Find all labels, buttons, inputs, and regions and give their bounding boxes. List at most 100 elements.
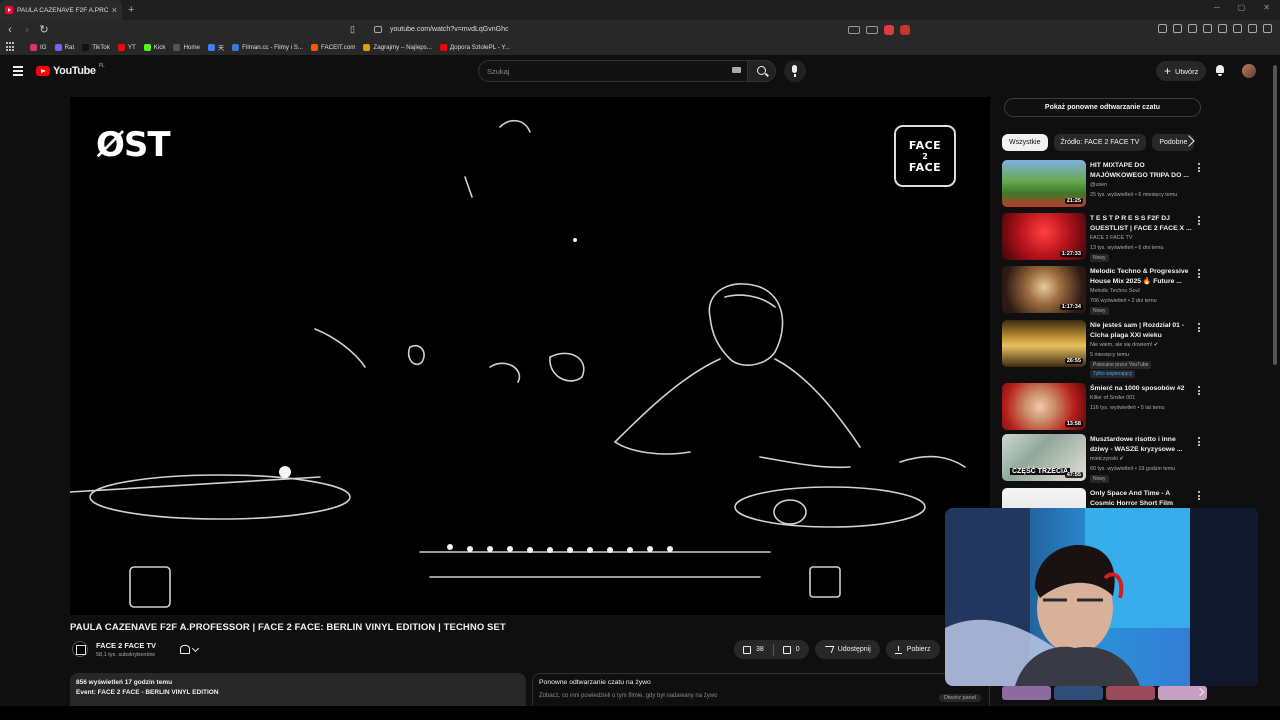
channel-name[interactable]: FACE 2 FACE TV xyxy=(96,641,156,650)
recommendation-channel[interactable]: Killer of Smiler 001 xyxy=(1090,394,1200,404)
voice-search-icon[interactable] xyxy=(784,60,806,82)
recommendation-channel[interactable]: mietczynski ✔ xyxy=(1090,455,1200,465)
recommendation-channel[interactable]: @usen xyxy=(1090,181,1200,191)
back-icon[interactable]: ‹ xyxy=(3,24,17,36)
channel-avatar[interactable] xyxy=(72,641,88,657)
bookmark-tiktok[interactable]: TikTok xyxy=(82,43,110,51)
maximize-icon[interactable]: ▢ xyxy=(1238,3,1246,12)
picture-in-picture-icon[interactable] xyxy=(848,25,860,34)
extension-icon[interactable] xyxy=(1203,24,1212,33)
url-text[interactable]: youtube.com/watch?v=mvdLqGvnGhc xyxy=(390,26,842,33)
recommendation-title[interactable]: Melodic Techno & Progressive House Mix 2… xyxy=(1090,267,1196,286)
bookmark-favicon-icon xyxy=(117,43,125,51)
open-panel-button[interactable]: Otwórz panel xyxy=(938,694,981,702)
bookmark-kick[interactable]: Kick xyxy=(143,43,165,51)
more-options-icon[interactable] xyxy=(1198,216,1201,227)
recommendation-channel[interactable]: FACE 2 FACE TV xyxy=(1090,234,1200,244)
recommendation-item[interactable]: 1:27:33 T E S T P R E S S F2F DJ GUESTLI… xyxy=(1002,213,1207,263)
page-scrollbar[interactable] xyxy=(1273,65,1277,365)
more-options-icon[interactable] xyxy=(1198,491,1201,502)
video-thumbnail[interactable] xyxy=(1054,686,1103,700)
video-actions: 38 0 Udostępnij Pobierz ✂ xyxy=(734,640,966,659)
wallet-icon[interactable] xyxy=(1248,24,1257,33)
media-icon[interactable] xyxy=(1218,24,1227,33)
forward-icon[interactable]: › xyxy=(20,24,34,36)
share-page-icon[interactable] xyxy=(866,25,878,34)
youtube-logo[interactable]: YouTube PL xyxy=(36,63,105,77)
search-button[interactable] xyxy=(748,60,776,82)
search-input[interactable]: Szukaj xyxy=(478,60,748,82)
bookmark-home[interactable]: Home xyxy=(173,43,200,51)
recommendation-title[interactable]: Śmierć na 1000 sposobów #2 xyxy=(1090,384,1196,394)
recommendation-item[interactable]: 26:55 Nie jesteś sam | Rozdział 01 - Cic… xyxy=(1002,320,1207,380)
more-options-icon[interactable] xyxy=(1198,163,1201,174)
download-button[interactable]: Pobierz xyxy=(885,640,940,659)
recommendation-item[interactable]: 1:17:34 Melodic Techno & Progressive Hou… xyxy=(1002,266,1207,316)
video-thumbnail[interactable] xyxy=(1002,686,1051,700)
close-window-icon[interactable]: ✕ xyxy=(1263,3,1270,12)
menu-icon[interactable] xyxy=(1263,24,1272,33)
recommendation-title[interactable]: HIT MIXTAPE DO MAJÓWKOWEGO TRIPA DO ... xyxy=(1090,161,1196,180)
sidebar-icon[interactable] xyxy=(1233,24,1242,33)
keyboard-icon[interactable] xyxy=(732,67,741,73)
bookmark-filman[interactable]: Filman.cc - Filmy i S... xyxy=(232,43,303,51)
recommendation-title[interactable]: T E S T P R E S S F2F DJ GUESTLIST | FAC… xyxy=(1090,214,1196,233)
menu-icon[interactable] xyxy=(13,66,23,78)
more-options-icon[interactable] xyxy=(1198,386,1201,397)
apps-grid-icon[interactable] xyxy=(6,42,16,52)
recommendation-channel[interactable]: Melodic Techno Soul xyxy=(1090,287,1200,297)
bookmark-yt[interactable]: YT xyxy=(117,43,136,51)
subscribed-notifications-button[interactable] xyxy=(176,641,210,658)
show-chat-replay-button[interactable]: Pokaż ponowne odtwarzanie czatu xyxy=(1004,98,1201,117)
video-thumbnail[interactable] xyxy=(1106,686,1155,700)
recommendation-title[interactable]: Only Space And Time - A Cosmic Horror Sh… xyxy=(1090,489,1196,508)
bookmark-tian[interactable]: 天 xyxy=(207,43,224,52)
recommendation-item[interactable]: CZĘŚĆ TRZECIA 47:55 Musztardowe risotto … xyxy=(1002,434,1207,484)
bookmark-ig[interactable]: IG xyxy=(30,43,47,51)
recommendation-item[interactable]: 13:58 Śmierć na 1000 sposobów #2 Killer … xyxy=(1002,383,1207,433)
recommendation-channel[interactable]: Nie wiem, ale się dowiem! ✔ xyxy=(1090,341,1200,351)
more-options-icon[interactable] xyxy=(1198,323,1201,334)
address-bar[interactable]: ▯ youtube.com/watch?v=mvdLqGvnGhc xyxy=(350,22,910,37)
bookmark-favicon-icon xyxy=(439,43,447,51)
close-tab-icon[interactable]: × xyxy=(112,5,117,15)
more-options-icon[interactable] xyxy=(1198,269,1201,280)
bookmark-icon[interactable]: ▯ xyxy=(350,24,360,35)
video-player[interactable]: ØST FACE 2 FACE xyxy=(70,97,990,615)
create-button[interactable]: + Utwórz xyxy=(1156,61,1207,81)
minimize-icon[interactable]: ─ xyxy=(1214,3,1220,12)
recommendation-title[interactable]: Musztardowe risotto i inne dziwy - WASZE… xyxy=(1090,435,1196,454)
more-options-icon[interactable] xyxy=(1198,437,1201,448)
site-info-icon[interactable] xyxy=(374,26,382,33)
recommendation-title[interactable]: Nie jesteś sam | Rozdział 01 - Cicha pla… xyxy=(1090,321,1196,340)
brave-shield-icon[interactable] xyxy=(884,24,894,35)
share-button[interactable]: Udostępnij xyxy=(814,640,880,659)
avatar[interactable] xyxy=(1242,64,1256,78)
video-thumbnail[interactable]: 13:58 xyxy=(1002,383,1086,430)
like-button[interactable]: 38 xyxy=(734,640,773,659)
recommendation-item[interactable]: 21:25 HIT MIXTAPE DO MAJÓWKOWEGO TRIPA D… xyxy=(1002,160,1207,210)
video-thumbnail[interactable]: 26:55 xyxy=(1002,320,1086,367)
video-thumbnail[interactable]: 21:25 xyxy=(1002,160,1086,207)
reload-icon[interactable]: ↻ xyxy=(37,23,51,36)
bookmark-rat[interactable]: Rat xyxy=(54,43,74,51)
video-thumbnail[interactable]: 1:27:33 xyxy=(1002,213,1086,260)
extension-icon[interactable] xyxy=(1158,24,1167,33)
browser-tab[interactable]: PAULA CAZENAVE F2F A.PRO × xyxy=(0,0,122,20)
bookmark-faceit[interactable]: FACEIT.com xyxy=(311,43,355,51)
chip-source[interactable]: Źródło: FACE 2 FACE TV xyxy=(1053,134,1147,151)
chip-all[interactable]: Wszystkie xyxy=(1002,134,1048,151)
bookmark-zagrajmy[interactable]: Zagrajmy – Najleps... xyxy=(363,43,432,51)
extension-icon[interactable] xyxy=(1188,24,1197,33)
video-thumbnail[interactable]: 1:17:34 xyxy=(1002,266,1086,313)
bookmark-doroga[interactable]: Дорога SzlolePL - Y... xyxy=(439,43,510,51)
notifications-icon[interactable] xyxy=(1215,65,1225,76)
chevron-down-icon xyxy=(191,644,200,652)
extension-icon[interactable] xyxy=(1173,24,1182,33)
video-thumbnail[interactable] xyxy=(1002,488,1086,508)
extension-badge-icon[interactable] xyxy=(900,24,910,35)
video-thumbnail[interactable]: CZĘŚĆ TRZECIA 47:55 xyxy=(1002,434,1086,481)
new-tab-icon[interactable]: + xyxy=(128,4,134,16)
dislike-button[interactable]: 0 xyxy=(774,640,809,659)
recommendation-item[interactable]: Only Space And Time - A Cosmic Horror Sh… xyxy=(1002,488,1207,508)
